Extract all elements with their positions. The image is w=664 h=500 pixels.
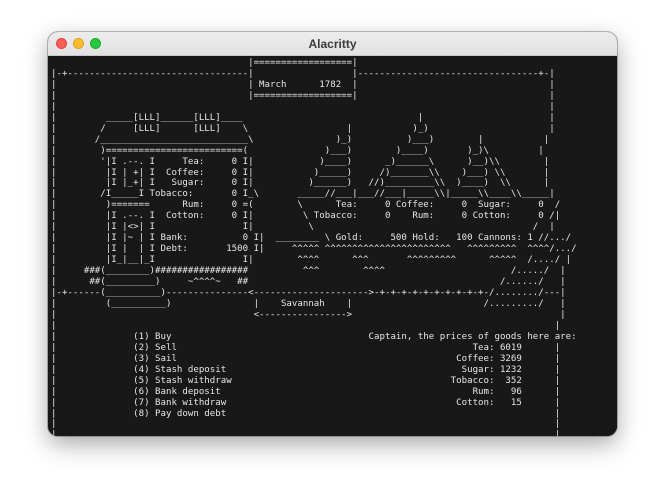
terminal-line: | (6) Bank deposit Rum: 96 | <box>51 386 561 397</box>
terminal-line: | _____[LLL]______[LLL]____ | | <box>51 112 555 123</box>
terminal-line: | '|I .--. I Tea: 0 I| )____) _)______\ … <box>51 156 550 167</box>
window-title: Alacritty <box>308 37 357 51</box>
terminal-line: | | March 1782 | | <box>51 79 555 90</box>
title-bar: Alacritty <box>48 32 617 56</box>
terminal-line: | /___________________________\ )_) )___… <box>51 134 550 145</box>
terminal-line: | <----------------> | <box>51 309 566 320</box>
terminal-line: | | <box>51 430 561 436</box>
terminal-line: | |==================| | <box>51 90 555 101</box>
terminal-line: | |I |<>| I I| \ / | <box>51 222 555 233</box>
terminal-line: | | <box>51 419 561 430</box>
terminal-line: |==================| <box>51 58 358 68</box>
terminal-line: | |I | +| I Coffee: 0 I| )_____) /)_____… <box>51 167 550 178</box>
terminal-content[interactable]: |==================| |-+----------------… <box>48 56 617 436</box>
terminal-line: | )=========================( )___) )___… <box>51 145 544 156</box>
terminal-line: | | <box>51 320 561 331</box>
terminal-line: | (3) Sail Coffee: 3269 | <box>51 353 561 364</box>
terminal-line: | / [LLL] [LLL] \ | )_) | <box>51 123 555 134</box>
terminal-line: | ###(________)################# ^^^ ^^^… <box>51 266 566 277</box>
terminal-line: | ##(_________) ~^^^^~ ## /....../ | <box>51 277 566 288</box>
terminal-line: | (1) Buy Captain, the prices of goods h… <box>51 331 577 342</box>
terminal-line: |-+---------------------------------| |-… <box>51 68 555 79</box>
terminal-line: | | <box>51 101 555 112</box>
terminal-window: Alacritty |==================| |-+------… <box>48 32 617 436</box>
terminal-line: | |I .--. I Cotton: 0 I| \ Tobacco: 0 Ru… <box>51 211 561 222</box>
terminal-line: | (2) Sell Tea: 6019 | <box>51 342 561 353</box>
terminal-line: | (4) Stash deposit Sugar: 1232 | <box>51 364 561 375</box>
terminal-line: | /I_____I Tobacco: 0 I_\ _____//___|___… <box>51 189 555 200</box>
terminal-line: | |I |~ | I Bank: 0 I| ________ \ Gold: … <box>51 233 572 244</box>
terminal-line: | |I | | I Debt: 1500 I| ^^^^^ ^^^^^^^^^… <box>51 244 577 255</box>
terminal-line: | (5) Stash withdraw Tobacco: 352 | <box>51 375 561 386</box>
terminal-line: | |I_|__|_I I| ^^^^ ^^^ ^^^^^^^^^ ^^^^^ … <box>51 255 572 266</box>
terminal-line: | (7) Bank withdraw Cotton: 15 | <box>51 397 561 408</box>
terminal-line: |-+------(__________)---------------<---… <box>51 288 566 299</box>
ascii-game-screen: |==================| |-+----------------… <box>51 58 577 436</box>
terminal-line: | )======= Rum: 0 =( \ Tea: 0 Coffee: 0 … <box>51 200 561 211</box>
terminal-line: | |I |_+| I Sugar: 0 I| )______) //)____… <box>51 178 550 189</box>
terminal-line: | (8) Pay down debt | <box>51 408 561 419</box>
terminal-line: | (__________) | Savannah | /........./ … <box>51 298 566 309</box>
